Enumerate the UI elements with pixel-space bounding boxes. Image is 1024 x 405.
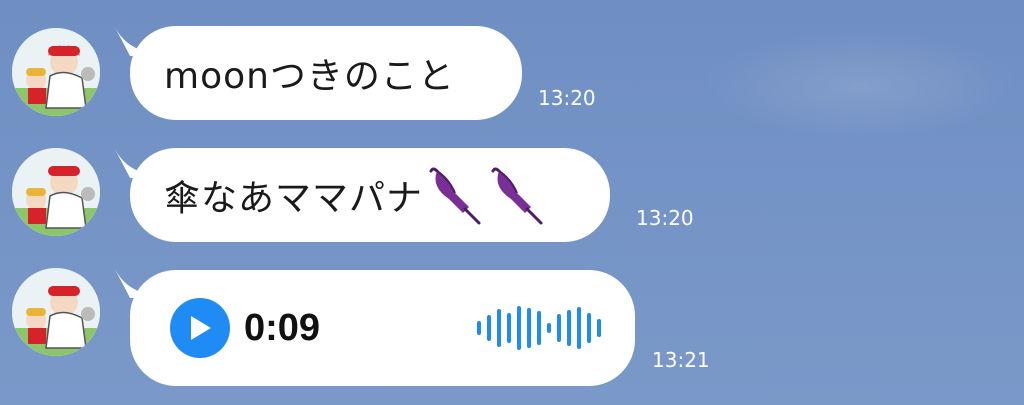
message-text: 傘なあママパナ	[164, 178, 424, 219]
play-button[interactable]	[170, 298, 230, 358]
voice-message-bubble[interactable]: 0:09	[130, 270, 635, 386]
play-icon	[191, 316, 211, 340]
message-bubble[interactable]: moonつきのこと	[130, 26, 522, 120]
voice-duration: 0:09	[244, 306, 321, 349]
sender-avatar[interactable]	[12, 28, 100, 116]
message-timestamp: 13:20	[636, 206, 694, 230]
umbrella-emoji	[429, 167, 481, 225]
waveform-icon	[477, 303, 601, 353]
umbrella-emoji	[491, 167, 543, 225]
message-timestamp: 13:20	[538, 86, 596, 110]
message-text: moonつきのこと	[164, 56, 455, 97]
sender-avatar[interactable]	[12, 268, 100, 356]
sender-avatar[interactable]	[12, 148, 100, 236]
message-timestamp: 13:21	[652, 348, 710, 372]
background-cloud	[700, 30, 1020, 140]
message-bubble[interactable]: 傘なあママパナ	[130, 148, 610, 242]
